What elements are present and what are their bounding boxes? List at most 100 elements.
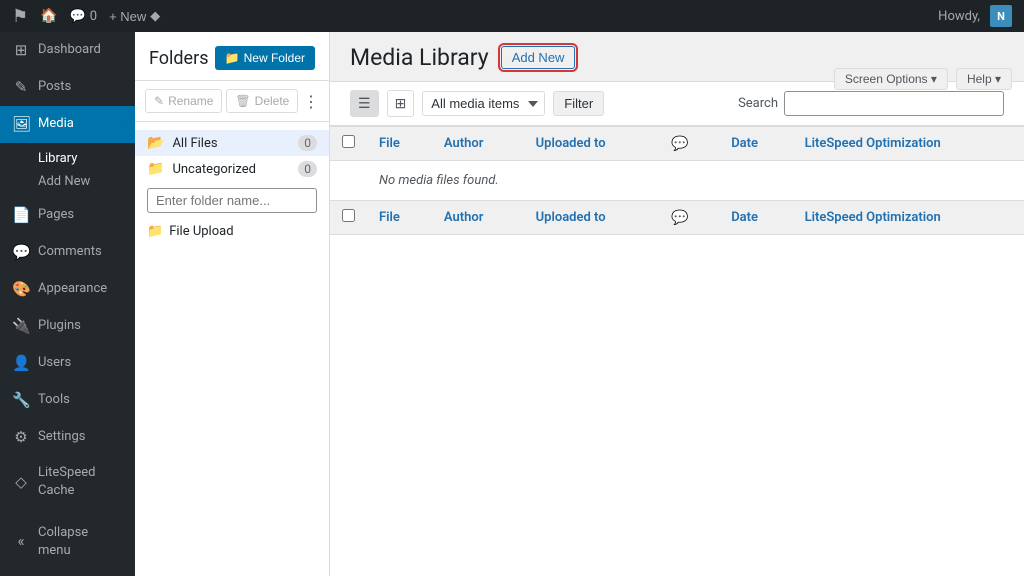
- sidebar: ⊞ Dashboard ✎ Posts 🖼 Media ◀ Library Ad…: [0, 32, 135, 576]
- home-icon[interactable]: 🏠: [40, 8, 57, 24]
- tfoot-comments: 💬: [659, 201, 719, 235]
- tfoot-litespeed: LiteSpeed Optimization: [793, 201, 1024, 235]
- author-column-link[interactable]: Author: [444, 136, 484, 151]
- grid-view-button[interactable]: ⊞: [387, 90, 415, 117]
- screen-options-area: Screen Options ▾ Help ▾: [834, 68, 1012, 90]
- folder-name-input[interactable]: [147, 188, 317, 213]
- sidebar-label-dashboard: Dashboard: [38, 41, 101, 59]
- sidebar-item-posts[interactable]: ✎ Posts: [0, 69, 135, 106]
- folder-item-file-upload[interactable]: 📁 File Upload: [135, 219, 329, 244]
- no-files-message: No media files found.: [367, 161, 1024, 201]
- collapse-menu-button[interactable]: « Collapse menu: [0, 516, 135, 568]
- table-body: No media files found.: [330, 161, 1024, 201]
- date-column-link[interactable]: Date: [731, 136, 758, 151]
- sidebar-item-litespeed[interactable]: ◇ LiteSpeed Cache: [0, 456, 135, 508]
- wordpress-logo-icon[interactable]: ⚑: [12, 6, 28, 27]
- uploaded-to-footer-link[interactable]: Uploaded to: [536, 210, 606, 225]
- search-input[interactable]: [784, 91, 1004, 116]
- sidebar-item-media[interactable]: 🖼 Media ◀: [0, 106, 135, 143]
- sidebar-label-comments: Comments: [38, 243, 102, 261]
- select-all-footer-checkbox[interactable]: [342, 209, 355, 222]
- folders-header: Folders 📁 New Folder: [135, 32, 329, 81]
- select-all-checkbox[interactable]: [342, 135, 355, 148]
- dashboard-icon: ⊞: [12, 40, 30, 61]
- sidebar-label-appearance: Appearance: [38, 280, 107, 298]
- file-footer-link[interactable]: File: [379, 210, 400, 225]
- sidebar-subitem-library[interactable]: Library: [38, 147, 135, 170]
- folder-item-uncategorized[interactable]: 📁 Uncategorized 0: [135, 156, 329, 182]
- author-footer-link[interactable]: Author: [444, 210, 484, 225]
- tfoot-author: Author: [432, 201, 524, 235]
- th-date: Date: [719, 127, 792, 161]
- main-layout: ⊞ Dashboard ✎ Posts 🖼 Media ◀ Library Ad…: [0, 32, 1024, 576]
- sidebar-item-tools[interactable]: 🔧 Tools: [0, 382, 135, 419]
- new-folder-label: New Folder: [244, 51, 305, 65]
- new-folder-button[interactable]: 📁 New Folder: [215, 46, 315, 70]
- diamond-icon: ◆: [150, 8, 160, 24]
- th-file: File: [367, 127, 432, 161]
- media-table-wrap: File Author Uploaded to 💬 Date LiteSpeed…: [330, 126, 1024, 576]
- help-arrow-icon: ▾: [995, 72, 1001, 86]
- posts-icon: ✎: [12, 77, 30, 98]
- uncategorized-label: Uncategorized: [172, 162, 255, 177]
- no-files-row: No media files found.: [330, 161, 1024, 201]
- sidebar-item-users[interactable]: 👤 Users: [0, 345, 135, 382]
- sidebar-label-posts: Posts: [38, 78, 71, 96]
- help-label: Help: [967, 72, 992, 86]
- folder-item-all-files[interactable]: 📂 All Files 0: [135, 130, 329, 156]
- media-type-filter[interactable]: All media items Images Audio Video Docum…: [422, 91, 545, 116]
- table-foot: File Author Uploaded to 💬 Date LiteSpeed…: [330, 201, 1024, 235]
- sidebar-item-settings[interactable]: ⚙ Settings: [0, 419, 135, 456]
- comments-icon: 💬: [12, 242, 30, 263]
- pages-icon: 📄: [12, 205, 30, 226]
- media-submenu: Library Add New: [0, 143, 135, 197]
- comments-count-badge[interactable]: 💬 0: [70, 9, 98, 24]
- collapse-menu-label: Collapse menu: [38, 524, 123, 560]
- folders-title: Folders: [149, 48, 209, 69]
- th-checkbox: [330, 127, 367, 161]
- sidebar-item-plugins[interactable]: 🔌 Plugins: [0, 308, 135, 345]
- screen-options-button[interactable]: Screen Options ▾: [834, 68, 948, 90]
- sidebar-arrow-icon: ◀: [115, 118, 123, 132]
- new-button-label: + New: [109, 9, 146, 24]
- sidebar-item-comments[interactable]: 💬 Comments: [0, 234, 135, 271]
- th-litespeed: LiteSpeed Optimization: [793, 127, 1024, 161]
- folder-plus-icon: 📁: [225, 51, 240, 65]
- uncategorized-folder-icon: 📁: [147, 161, 164, 177]
- list-view-icon: ☰: [358, 95, 371, 111]
- delete-folder-button[interactable]: 🗑 Delete: [226, 89, 298, 113]
- sidebar-label-media: Media: [38, 115, 74, 133]
- list-view-button[interactable]: ☰: [350, 90, 379, 117]
- date-footer-link[interactable]: Date: [731, 210, 758, 225]
- sidebar-item-dashboard[interactable]: ⊞ Dashboard: [0, 32, 135, 69]
- appearance-icon: 🎨: [12, 279, 30, 300]
- avatar[interactable]: N: [990, 5, 1012, 27]
- rename-folder-button[interactable]: ✎ Rename: [145, 89, 222, 113]
- help-button[interactable]: Help ▾: [956, 68, 1012, 90]
- delete-icon: 🗑: [235, 94, 250, 108]
- folder-name-input-row: [135, 182, 329, 219]
- main-content: Media Library Add New Screen Options ▾ H…: [330, 32, 1024, 576]
- tfoot-file: File: [367, 201, 432, 235]
- screen-options-arrow-icon: ▾: [931, 72, 937, 86]
- file-column-link[interactable]: File: [379, 136, 400, 151]
- sidebar-subitem-add-new[interactable]: Add New: [38, 170, 135, 193]
- tfoot-uploaded-to: Uploaded to: [524, 201, 660, 235]
- howdy-text: Howdy,: [938, 9, 980, 24]
- sidebar-label-users: Users: [38, 354, 71, 372]
- folders-list: 📂 All Files 0 📁 Uncategorized 0 📁 File U…: [135, 122, 329, 576]
- filter-button[interactable]: Filter: [553, 91, 604, 116]
- comments-footer-icon: 💬: [671, 210, 688, 226]
- comment-icon: 💬: [70, 9, 86, 24]
- plugins-icon: 🔌: [12, 316, 30, 337]
- sidebar-item-pages[interactable]: 📄 Pages: [0, 197, 135, 234]
- sidebar-item-appearance[interactable]: 🎨 Appearance: [0, 271, 135, 308]
- uploaded-to-column-link[interactable]: Uploaded to: [536, 136, 606, 151]
- sidebar-label-plugins: Plugins: [38, 317, 81, 335]
- add-new-button[interactable]: Add New: [501, 46, 576, 69]
- new-content-button[interactable]: + New ◆: [109, 8, 160, 24]
- screen-options-label: Screen Options: [845, 72, 928, 86]
- folders-toolbar: ✎ Rename 🗑 Delete ⋮: [135, 81, 329, 122]
- content-area: Folders 📁 New Folder ✎ Rename 🗑 Delete ⋮: [135, 32, 1024, 576]
- folder-more-button[interactable]: ⋮: [303, 92, 319, 111]
